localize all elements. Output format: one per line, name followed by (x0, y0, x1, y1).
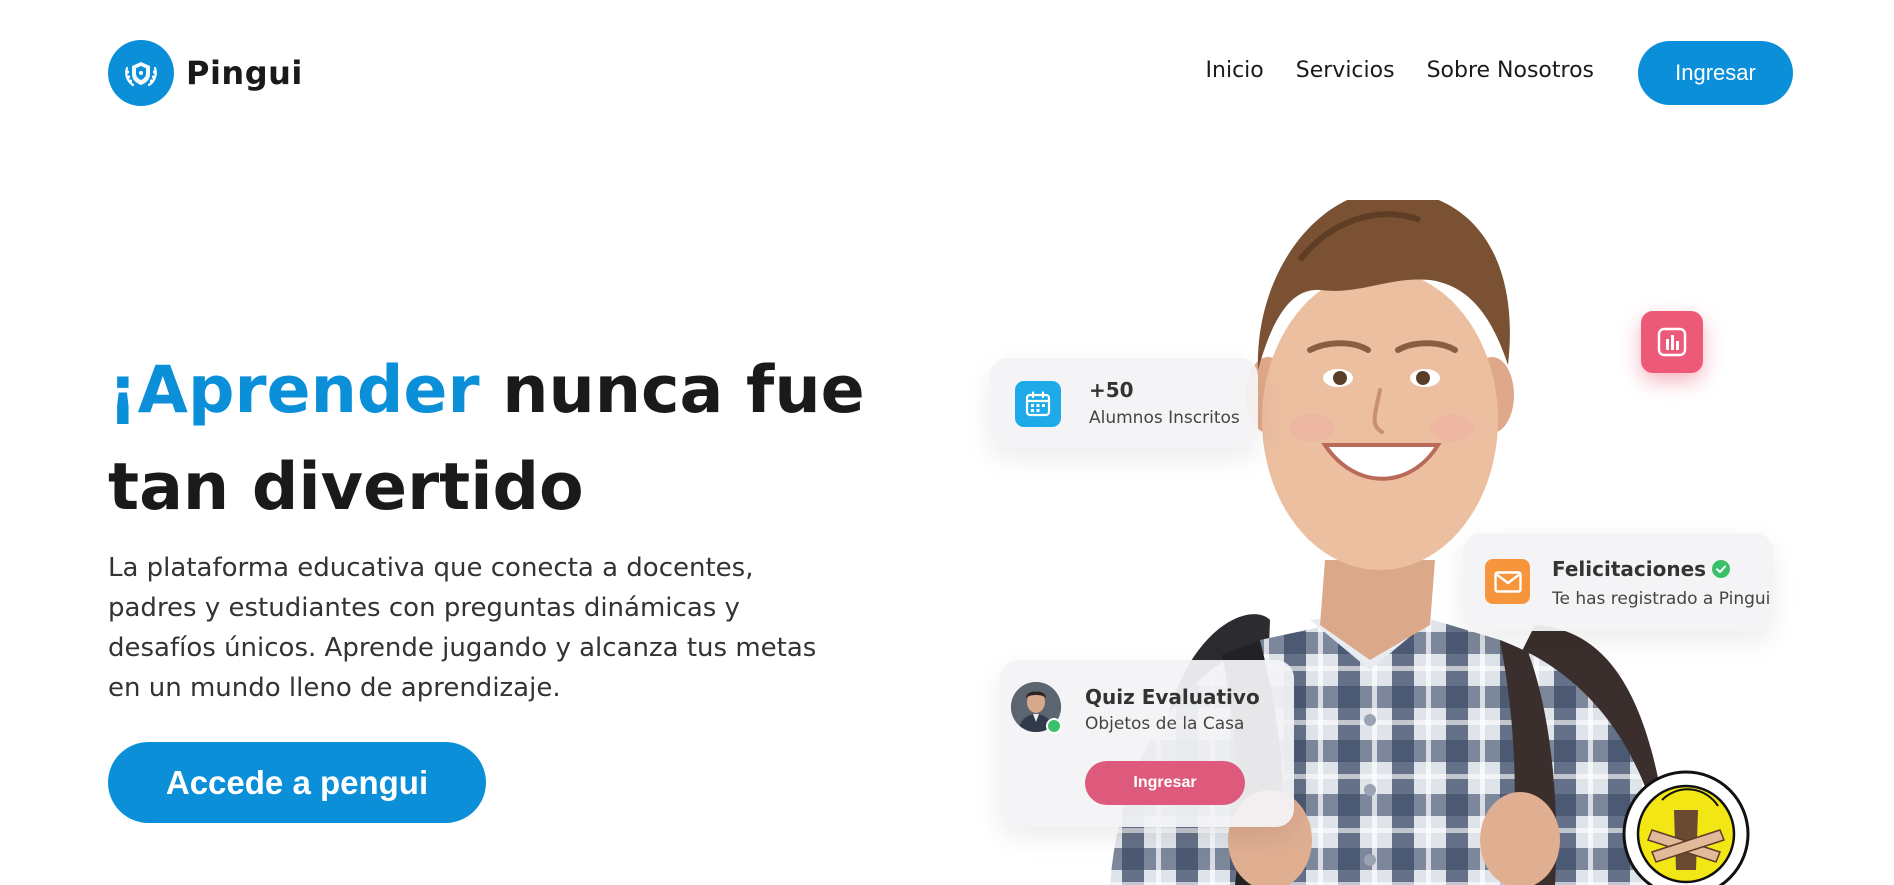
bar-chart-icon (1641, 311, 1703, 373)
calendar-icon (1015, 381, 1061, 427)
check-circle-icon (1712, 560, 1731, 578)
students-label: Alumnos Inscritos (1089, 408, 1240, 428)
brand-name: Pingui (186, 54, 303, 92)
hero-title: ¡Aprender nunca fue tan divertido (108, 342, 968, 536)
quiz-card: Quiz Evaluativo Objetos de la Casa Ingre… (1000, 660, 1294, 827)
main-nav: Inicio Servicios Sobre Nosotros (1206, 58, 1594, 83)
hero-visual: +50 Alumnos Inscritos Felicitaciones Te … (960, 200, 1894, 885)
hero-title-accent: ¡Aprender (108, 353, 480, 428)
laurel-shield-icon (108, 40, 174, 106)
congrats-title-text: Felicitaciones (1552, 557, 1707, 581)
hero-description: La plataforma educativa que conecta a do… (108, 553, 817, 703)
mail-icon (1485, 559, 1530, 604)
enrolled-students-card: +50 Alumnos Inscritos (990, 358, 1258, 448)
nav-link-servicios[interactable]: Servicios (1296, 58, 1395, 83)
congrats-title: Felicitaciones (1552, 557, 1731, 581)
congratulations-card: Felicitaciones Te has registrado a Pingu… (1463, 533, 1773, 631)
quiz-title: Quiz Evaluativo (1085, 685, 1260, 709)
students-count: +50 (1089, 378, 1134, 402)
quiz-enter-button[interactable]: Ingresar (1085, 761, 1245, 805)
access-pengui-button[interactable]: Accede a pengui (108, 742, 486, 823)
online-status-indicator (1046, 718, 1062, 734)
site-header: Pingui Inicio Servicios Sobre Nosotros I… (0, 0, 1894, 145)
brand-logo[interactable]: Pingui (108, 40, 303, 106)
nav-link-sobre-nosotros[interactable]: Sobre Nosotros (1427, 58, 1594, 83)
login-button[interactable]: Ingresar (1638, 41, 1793, 105)
congrats-subtitle: Te has registrado a Pingui (1552, 589, 1771, 609)
school-crest-logo (1622, 770, 1750, 885)
quiz-subtitle: Objetos de la Casa (1085, 714, 1245, 734)
nav-link-inicio[interactable]: Inicio (1206, 58, 1264, 83)
